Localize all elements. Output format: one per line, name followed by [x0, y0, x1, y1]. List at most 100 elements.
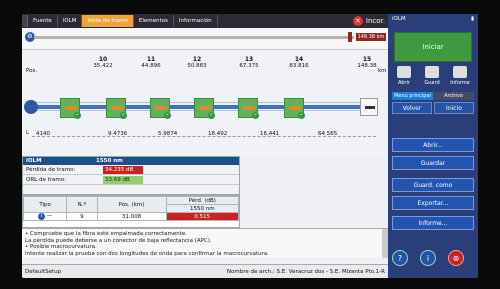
report-icon [453, 66, 467, 78]
col-perd[interactable]: Pérd. (dB) [165, 196, 240, 205]
tab-main-menu[interactable]: Menú principal [392, 92, 433, 100]
event-table: Tipo N.º Pos. (km) Pérd. (dB) 1550 nm i … [22, 195, 240, 228]
diagnostic-line: • Posible macrocurvatura. [25, 244, 97, 251]
event-splice[interactable]: ✓ [284, 98, 305, 119]
x-icon: ✕ [352, 16, 363, 26]
event-column[interactable]: 15 148.38 [352, 56, 382, 69]
event-splice[interactable]: ✓ [60, 98, 81, 119]
battery-icon: ▮ [470, 16, 474, 22]
folder-icon [397, 66, 411, 78]
col-n[interactable]: N.º [66, 196, 98, 213]
span-orl-label: ORL de tramo: [26, 176, 66, 183]
segment-length: 16.492 [208, 131, 228, 137]
menu-report-button[interactable]: Informe... [392, 216, 474, 230]
span-loss-label: Pérdida de tramo: [26, 166, 76, 173]
event-column[interactable]: 12 50.883 [182, 56, 212, 69]
tab-files[interactable]: Archivo [433, 92, 474, 100]
segment-length-label: L [26, 130, 30, 136]
tab-fuente[interactable]: Fuente [28, 15, 58, 27]
menu-save-button[interactable]: Guardar [392, 156, 474, 170]
check-icon: ✓ [164, 112, 171, 119]
iolm-header: iOLM 1550 nm [23, 157, 239, 165]
diagnostics-text: • Compruebe que la fibra esté empalmada … [22, 228, 388, 258]
menu-export-button[interactable]: Exportar... [392, 196, 474, 210]
fiber-overview: ⚙ 148.38 km [22, 28, 388, 50]
iolm-title: iOLM [26, 158, 42, 164]
event-splice[interactable]: ✓ [238, 98, 259, 119]
tab-informacion[interactable]: Información [174, 15, 218, 27]
span-loss-value: 34.235 dB [103, 165, 143, 174]
check-icon: ✓ [74, 112, 81, 119]
span-orl-value: 33.69 dB [103, 175, 143, 184]
report-button[interactable]: Informe [448, 66, 472, 90]
incor-button[interactable]: ✕ Incor. [352, 16, 385, 27]
incor-label: Incor. [365, 17, 385, 25]
event-position: 44.896 [141, 63, 161, 69]
save-button[interactable]: Guard [420, 66, 444, 90]
table-row[interactable]: i — 9 31.008 0.515 [22, 212, 240, 221]
event-splice[interactable]: ✓ [106, 98, 127, 119]
wavelength: 1550 nm [96, 158, 123, 164]
event-number: 13 [244, 56, 254, 63]
event-splice[interactable]: ✓ [194, 98, 215, 119]
tab-bar: Fuente iOLM Vista de tramo Elementos Inf… [22, 14, 388, 28]
app-screen: Fuente iOLM Vista de tramo Elementos Inf… [22, 14, 478, 278]
segment-length: 64.565 [318, 131, 338, 137]
event-number: 12 [192, 56, 202, 63]
back-button[interactable]: Volver [392, 102, 432, 114]
tab-vista-de-tramo[interactable]: Vista de tramo [82, 15, 134, 27]
open-button[interactable]: Abrir [392, 66, 416, 90]
open-label: Abrir [397, 80, 411, 86]
event-column[interactable]: 13 67.375 [234, 56, 264, 69]
segment-length: 4140 [36, 131, 50, 137]
total-length-badge: 148.38 km [356, 33, 386, 41]
pos-label: Pos. [26, 68, 38, 74]
event-map: Pos. km 10 35.422 11 44.896 12 50.883 13… [22, 50, 388, 156]
home-button[interactable]: Inicio [434, 102, 474, 114]
overview-end-marker[interactable] [348, 32, 352, 42]
save-icon [425, 66, 439, 78]
check-icon: ✓ [252, 112, 259, 119]
event-column[interactable]: 10 35.422 [88, 56, 118, 69]
info-icon[interactable]: i [420, 250, 436, 266]
main-panel: ⚙ 148.38 km Pos. km 10 35.422 11 44.896 … [22, 28, 388, 264]
check-icon: ✓ [298, 112, 305, 119]
event-type-cell: i — [22, 212, 68, 221]
event-position: 83.816 [289, 63, 309, 69]
info-icon: i [38, 213, 45, 220]
event-position: 148.38 [357, 63, 377, 69]
event-position: 67.375 [239, 63, 259, 69]
event-splice[interactable]: ✓ [150, 98, 171, 119]
diagnostic-line: La pérdida puede deberse a un conector d… [25, 237, 212, 244]
overview-line [34, 36, 354, 39]
start-button[interactable]: Iniciar [394, 32, 472, 62]
col-pos[interactable]: Pos. (km) [96, 196, 167, 213]
mode-tabs: Menú principal Archivo [392, 92, 474, 100]
end-connector-icon[interactable] [360, 98, 378, 116]
event-n-cell: 9 [66, 212, 98, 221]
help-icon[interactable]: ? [392, 250, 408, 266]
span-orl-row: ORL de tramo: 33.69 dB [23, 175, 239, 185]
diagnostic-line: Intente realizar la prueba con dos longi… [25, 250, 270, 257]
check-icon: ✓ [120, 112, 127, 119]
tab-elementos[interactable]: Elementos [134, 15, 174, 27]
col-wavelength: 1550 nm [165, 204, 240, 213]
event-position: 35.422 [93, 63, 113, 69]
tab-iolm[interactable]: iOLM [58, 15, 83, 27]
report-label: Informe [450, 80, 470, 86]
iolm-summary: iOLM 1550 nm Pérdida de tramo: 34.235 dB… [22, 156, 240, 195]
menu-open-button[interactable]: Abrir... [392, 138, 474, 152]
col-tipo[interactable]: Tipo [22, 196, 68, 213]
sidebar-title: iOLM ▮ [388, 14, 478, 26]
event-column[interactable]: 11 44.896 [136, 56, 166, 69]
segment-length: 5.9874 [158, 131, 178, 137]
save-label: Guard [424, 80, 440, 86]
close-icon[interactable]: ⊗ [448, 250, 464, 266]
segment-length: 16.441 [260, 131, 280, 137]
segment-length: 9.4736 [108, 131, 128, 137]
setup-name: DefaultSetup [25, 268, 62, 275]
menu-save-as-button[interactable]: Guard. como [392, 178, 474, 192]
check-icon: ✓ [208, 112, 215, 119]
event-column[interactable]: 14 83.816 [284, 56, 314, 69]
span-loss-row: Pérdida de tramo: 34.235 dB [23, 165, 239, 175]
